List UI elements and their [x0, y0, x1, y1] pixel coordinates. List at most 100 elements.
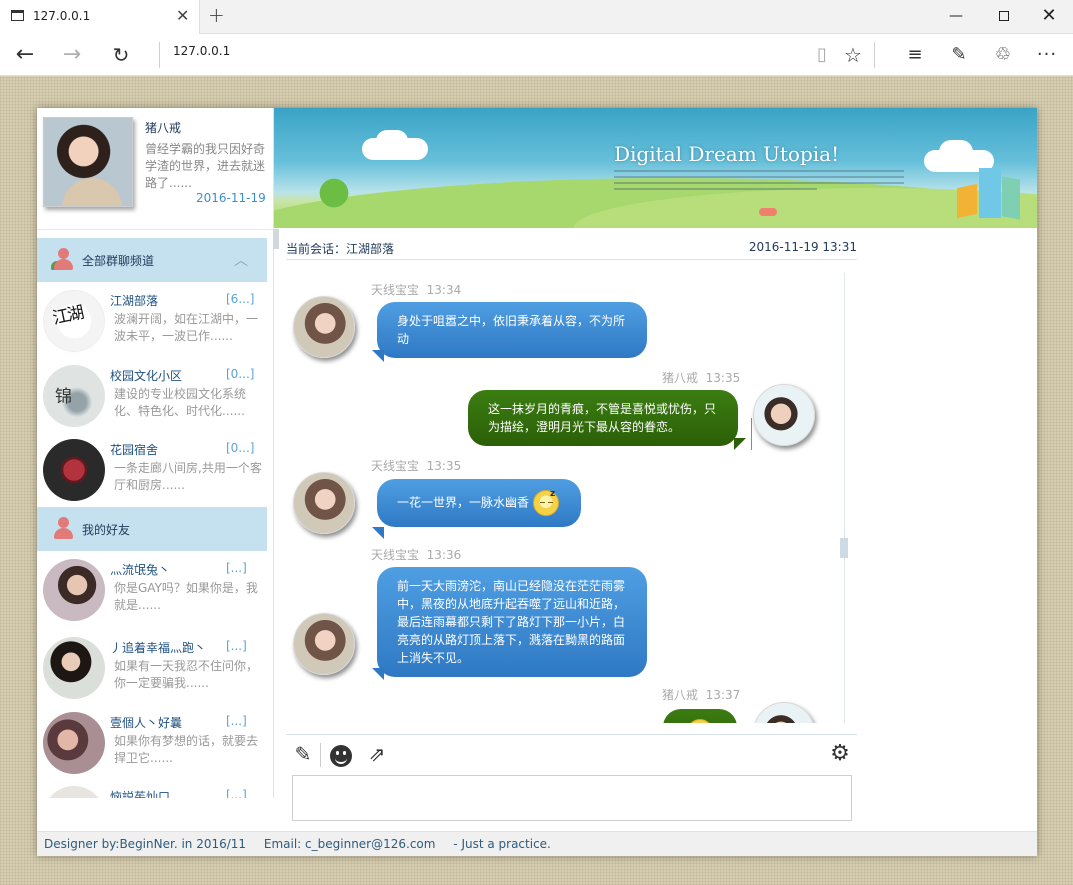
- browser-titlebar: 127.0.0.1 ✕ + — ✕: [0, 0, 1073, 34]
- page-background: 猪八戒 曾经学霸的我只因好奇学渣的世界，进去就迷路了...... 2016-11…: [0, 77, 1073, 885]
- user-icon: [51, 517, 75, 541]
- friend-avatar: [43, 559, 105, 621]
- chevron-up-icon[interactable]: ︿: [234, 250, 248, 270]
- sleeping-emoji-icon: z: [533, 489, 560, 516]
- message-sender: 天线宝宝: [371, 459, 420, 473]
- car-icon: [759, 208, 777, 216]
- bubble-tail: [734, 438, 746, 450]
- plant-icon: [309, 168, 359, 218]
- scrollbar[interactable]: [273, 229, 279, 249]
- message-meta: 猪八戒 13:37: [662, 686, 740, 703]
- group-avatar: 江湖: [43, 290, 105, 352]
- unread-count: [...]: [226, 788, 247, 798]
- message-meta: 猪八戒 13:35: [662, 369, 740, 386]
- emoji-icon: [687, 719, 713, 723]
- group-preview: 一条走廊八间房,共用一个客厅和厨房......: [114, 461, 262, 492]
- message-list: 天线宝宝 13:34 身处于咀嚣之中，依旧秉承着从容，不为所动 猪八戒 13:3…: [286, 268, 846, 723]
- friend-preview: 你是GAY吗？如果你是，我就是......: [114, 581, 258, 612]
- cloud-icon: [376, 130, 408, 152]
- back-arrow-icon[interactable]: ←: [10, 40, 40, 70]
- message-bubble: 这一抹岁月的青痕，不管是喜悦或忧伤，只为描绘，澄明月光下最从容的眷恋。: [468, 390, 738, 446]
- group-item-campus[interactable]: 锦 校园文化小区 [0...] 建设的专业校园文化系统化、特色化、时代化....…: [37, 359, 267, 434]
- edit-icon[interactable]: ✎: [290, 741, 316, 767]
- divider: [159, 42, 160, 68]
- footer-designer: Designer by:BeginNer. in 2016/11: [44, 837, 247, 851]
- friend-name: 恼説茱灿口: [110, 790, 171, 798]
- bubble-tail: [372, 668, 384, 680]
- current-session-label: 当前会话：江湖部落: [286, 242, 395, 256]
- group-item-dorm[interactable]: 花园宿舍 [0...] 一条走廊八间房,共用一个客厅和厨房......: [37, 433, 267, 508]
- browser-tab[interactable]: 127.0.0.1 ✕: [0, 0, 200, 34]
- sender-avatar[interactable]: [753, 384, 815, 446]
- footer-email: Email: c_beginner@126.com: [263, 837, 436, 851]
- friend-item[interactable]: 丿追着幸福灬跑丶 [...] 如果有一天我忍不住问你，你一定要骗我......: [37, 631, 267, 706]
- tab-title: 127.0.0.1: [33, 9, 91, 23]
- maximize-button[interactable]: [980, 0, 1028, 32]
- building-icon: [1002, 176, 1020, 220]
- friend-item[interactable]: 壹個人丶好曩 [...] 如果你有梦想的话，就要去捍卫它......: [37, 706, 267, 781]
- friend-avatar: [43, 786, 105, 798]
- more-icon[interactable]: ···: [1032, 40, 1062, 70]
- new-tab-icon[interactable]: +: [208, 3, 225, 27]
- unread-count: [0...]: [226, 441, 255, 455]
- header-banner: Digital Dream Utopia!: [274, 108, 1037, 228]
- browser-navbar: ← → ↻ 127.0.0.1 ▯ ☆ ≡ ✎ ♲ ···: [0, 34, 1073, 76]
- share-icon[interactable]: ♲: [988, 40, 1018, 70]
- page-footer: Designer by:BeginNer. in 2016/11 Email: …: [37, 831, 1037, 856]
- emoji-icon[interactable]: [328, 741, 354, 767]
- message-bubble: [663, 709, 737, 723]
- banner-decor-lines: [614, 170, 904, 194]
- address-bar[interactable]: 127.0.0.1: [173, 44, 230, 58]
- unread-count: [0...]: [226, 367, 255, 381]
- friend-item[interactable]: 恼説茱灿口 [...]: [37, 780, 267, 798]
- building-icon: [957, 183, 977, 219]
- star-icon[interactable]: ☆: [838, 40, 868, 70]
- divider: [874, 42, 875, 68]
- chat-app: 猪八戒 曾经学霸的我只因好奇学渣的世界，进去就迷路了...... 2016-11…: [37, 108, 1037, 856]
- profile-date: 2016-11-19: [196, 191, 266, 205]
- friend-preview: 如果有一天我忍不住问你，你一定要骗我......: [114, 659, 259, 690]
- minimize-button[interactable]: —: [932, 0, 980, 32]
- forward-arrow-icon[interactable]: →: [57, 40, 87, 70]
- message-meta: 天线宝宝 13:35: [371, 457, 461, 474]
- friend-name: 壹個人丶好曩: [110, 716, 183, 730]
- page-icon: [11, 10, 24, 21]
- group-name: 校园文化小区: [110, 369, 183, 383]
- friend-name: 灬流氓兔丶: [110, 563, 171, 577]
- sender-avatar[interactable]: [293, 296, 355, 358]
- unread-count: [...]: [226, 639, 247, 653]
- sender-avatar[interactable]: [293, 613, 355, 675]
- friends-section-header[interactable]: 我的好友: [37, 507, 267, 551]
- message-bubble: 身处于咀嚣之中，依旧秉承着从容，不为所动: [377, 302, 647, 358]
- profile-avatar[interactable]: [43, 117, 133, 207]
- group-item-jianghu[interactable]: 江湖 江湖部落 [6...] 波澜开阔，如在江湖中，一波未平，一波已作.....…: [37, 284, 267, 359]
- gear-icon[interactable]: ⚙: [827, 741, 853, 767]
- close-tab-icon[interactable]: ✕: [176, 6, 189, 25]
- message-bubble: 一花一世界，一脉水幽香 z: [377, 479, 581, 527]
- close-window-button[interactable]: ✕: [1025, 0, 1073, 32]
- profile-card: 猪八戒 曾经学霸的我只因好奇学渣的世界，进去就迷路了...... 2016-11…: [37, 108, 273, 230]
- message-input[interactable]: [292, 775, 852, 821]
- message-time: 13:34: [426, 283, 462, 297]
- groups-section-label: 全部群聊频道: [82, 254, 155, 268]
- reading-view-icon[interactable]: ▯: [807, 40, 837, 70]
- message-time: 13:37: [705, 688, 741, 702]
- refresh-icon[interactable]: ↻: [106, 40, 136, 70]
- web-note-icon[interactable]: ✎: [944, 40, 974, 70]
- group-avatar: 锦: [43, 365, 105, 427]
- hub-icon[interactable]: ≡: [900, 40, 930, 70]
- message-sender: 猪八戒: [662, 688, 699, 702]
- unread-count: [...]: [226, 714, 247, 728]
- export-icon[interactable]: ⇗: [364, 741, 390, 767]
- group-users-icon: [51, 248, 75, 272]
- banner-title: Digital Dream Utopia!: [614, 142, 840, 166]
- divider: [320, 743, 321, 767]
- bubble-tail: [372, 350, 384, 362]
- friend-item[interactable]: 灬流氓兔丶 [...] 你是GAY吗？如果你是，我就是......: [37, 553, 267, 628]
- group-name: 江湖部落: [110, 294, 159, 308]
- sender-avatar[interactable]: [753, 702, 815, 723]
- sender-avatar[interactable]: [293, 472, 355, 534]
- groups-section-header[interactable]: 全部群聊频道 ︿: [37, 238, 267, 282]
- friend-name: 丿追着幸福灬跑丶: [110, 641, 207, 655]
- message-text: 一花一世界，一脉水幽香: [397, 495, 530, 510]
